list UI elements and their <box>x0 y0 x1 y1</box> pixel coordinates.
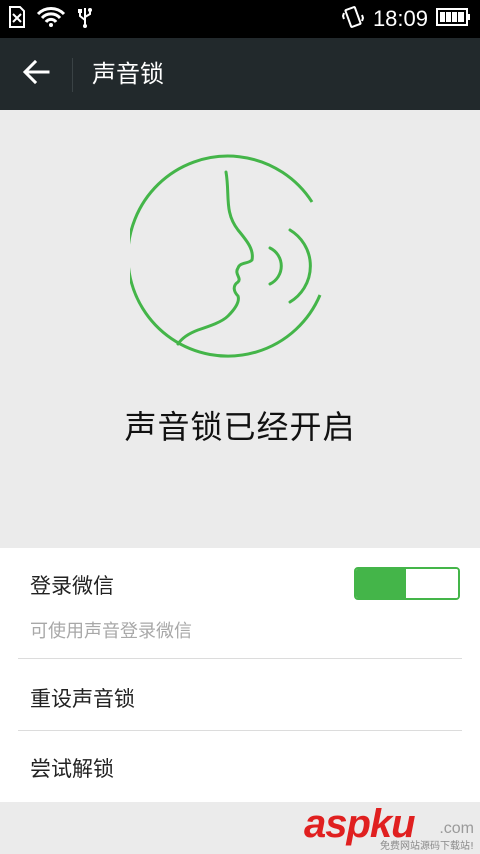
watermark-subtitle: 免费网站源码下载站! <box>379 841 474 852</box>
app-bar-divider <box>72 58 73 92</box>
try-unlock-row[interactable]: 尝试解锁 <box>0 731 480 803</box>
login-wechat-row: 登录微信 可使用声音登录微信 <box>0 548 480 658</box>
usb-icon <box>76 6 94 32</box>
vibrate-icon <box>341 5 365 33</box>
status-bar: 18:09 <box>0 0 480 38</box>
page-title: 声音锁 <box>92 60 164 88</box>
watermark-suffix: .com <box>439 820 474 837</box>
login-wechat-toggle[interactable] <box>354 567 460 600</box>
reset-voice-lock-row[interactable]: 重设声音锁 <box>0 659 480 731</box>
lock-status-heading: 声音锁已经开启 <box>124 408 356 446</box>
toggle-knob <box>406 569 458 598</box>
reset-voice-lock-label: 重设声音锁 <box>30 687 135 711</box>
settings-list: 登录微信 可使用声音登录微信 重设声音锁 尝试解锁 <box>0 548 480 802</box>
arrow-left-icon <box>22 59 50 89</box>
no-sim-icon <box>8 6 26 32</box>
back-button[interactable] <box>14 52 58 96</box>
voice-lock-hero: 声音锁已经开启 <box>0 110 480 548</box>
watermark-logo: aspku .com 免费网站源码下载站! <box>304 804 474 852</box>
try-unlock-label: 尝试解锁 <box>30 757 114 781</box>
toggle-fill <box>356 569 406 598</box>
login-wechat-label: 登录微信 <box>30 574 114 598</box>
voice-profile-icon <box>130 154 322 358</box>
status-icons-right: 18:09 <box>341 0 472 38</box>
wifi-icon <box>36 6 66 32</box>
app-bar: 声音锁 <box>0 38 480 110</box>
clock: 18:09 <box>372 6 428 31</box>
battery-icon <box>436 7 472 31</box>
login-wechat-subtitle: 可使用声音登录微信 <box>30 621 192 642</box>
status-icons-left <box>8 0 94 38</box>
